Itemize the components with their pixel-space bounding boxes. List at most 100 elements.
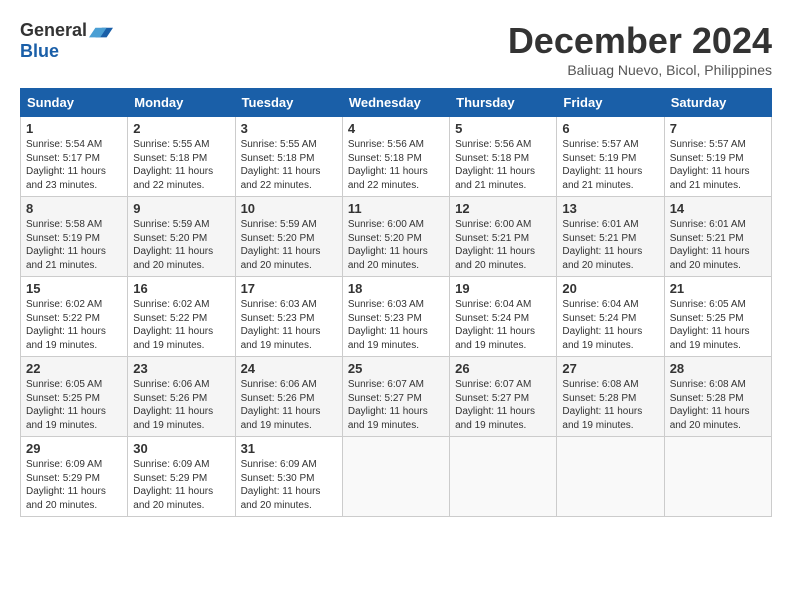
logo-blue: Blue xyxy=(20,41,59,61)
calendar-cell: 25 Sunrise: 6:07 AM Sunset: 5:27 PM Dayli… xyxy=(342,357,449,437)
day-info: Sunrise: 6:09 AM Sunset: 5:29 PM Dayligh… xyxy=(26,458,122,512)
day-number: 12 xyxy=(455,201,551,216)
calendar-table: SundayMondayTuesdayWednesdayThursdayFrid… xyxy=(20,88,772,517)
location: Baliuag Nuevo, Bicol, Philippines xyxy=(508,62,772,78)
calendar-cell: 1Sunrise: 5:54 AM Sunset: 5:17 PM Daylig… xyxy=(21,117,128,197)
logo-icon xyxy=(89,21,113,41)
day-number: 24 xyxy=(241,361,337,376)
calendar-cell: 6Sunrise: 5:57 AM Sunset: 5:19 PM Daylig… xyxy=(557,117,664,197)
day-info: Sunrise: 6:02 AM Sunset: 5:22 PM Dayligh… xyxy=(26,298,122,352)
calendar-week-1: 1Sunrise: 5:54 AM Sunset: 5:17 PM Daylig… xyxy=(21,117,772,197)
calendar-cell: 4Sunrise: 5:56 AM Sunset: 5:18 PM Daylig… xyxy=(342,117,449,197)
calendar-cell: 2 Sunrise: 5:55 AM Sunset: 5:18 PM Daylig… xyxy=(128,117,235,197)
day-number: 16 xyxy=(133,281,229,296)
day-info: Sunrise: 6:08 AM Sunset: 5:28 PM Dayligh… xyxy=(670,378,766,432)
day-number: 11 xyxy=(348,201,444,216)
calendar-header-row: SundayMondayTuesdayWednesdayThursdayFrid… xyxy=(21,89,772,117)
day-info: Sunrise: 5:55 AM Sunset: 5:18 PM Dayligh… xyxy=(241,138,337,192)
calendar-cell: 3 Sunrise: 5:55 AM Sunset: 5:18 PM Daylig… xyxy=(235,117,342,197)
header-monday: Monday xyxy=(128,89,235,117)
header-thursday: Thursday xyxy=(450,89,557,117)
day-number: 23 xyxy=(133,361,229,376)
day-number: 7 xyxy=(670,121,766,136)
day-number: 10 xyxy=(241,201,337,216)
day-info: Sunrise: 6:01 AM Sunset: 5:21 PM Dayligh… xyxy=(562,218,658,272)
day-number: 25 xyxy=(348,361,444,376)
day-info: Sunrise: 6:06 AM Sunset: 5:26 PM Dayligh… xyxy=(133,378,229,432)
day-number: 26 xyxy=(455,361,551,376)
calendar-cell: 21 Sunrise: 6:05 AM Sunset: 5:25 PM Dayli… xyxy=(664,277,771,357)
calendar-cell: 31Sunrise: 6:09 AM Sunset: 5:30 PM Dayli… xyxy=(235,437,342,517)
day-number: 1 xyxy=(26,121,122,136)
day-info: Sunrise: 6:00 AM Sunset: 5:21 PM Dayligh… xyxy=(455,218,551,272)
day-number: 3 xyxy=(241,121,337,136)
day-number: 21 xyxy=(670,281,766,296)
day-number: 5 xyxy=(455,121,551,136)
calendar-cell xyxy=(450,437,557,517)
calendar-cell: 16 Sunrise: 6:02 AM Sunset: 5:22 PM Dayli… xyxy=(128,277,235,357)
day-info: Sunrise: 6:09 AM Sunset: 5:29 PM Dayligh… xyxy=(133,458,229,512)
header-sunday: Sunday xyxy=(21,89,128,117)
calendar-cell: 15 Sunrise: 6:02 AM Sunset: 5:22 PM Dayli… xyxy=(21,277,128,357)
header-wednesday: Wednesday xyxy=(342,89,449,117)
day-number: 27 xyxy=(562,361,658,376)
day-info: Sunrise: 6:03 AM Sunset: 5:23 PM Dayligh… xyxy=(241,298,337,352)
day-number: 2 xyxy=(133,121,229,136)
calendar-week-2: 8Sunrise: 5:58 AM Sunset: 5:19 PM Daylig… xyxy=(21,197,772,277)
calendar-cell: 27 Sunrise: 6:08 AM Sunset: 5:28 PM Dayli… xyxy=(557,357,664,437)
calendar-cell xyxy=(557,437,664,517)
calendar-cell xyxy=(342,437,449,517)
day-number: 19 xyxy=(455,281,551,296)
calendar-cell: 26 Sunrise: 6:07 AM Sunset: 5:27 PM Dayli… xyxy=(450,357,557,437)
day-info: Sunrise: 5:55 AM Sunset: 5:18 PM Dayligh… xyxy=(133,138,229,192)
day-number: 30 xyxy=(133,441,229,456)
calendar-cell: 5 Sunrise: 5:56 AM Sunset: 5:18 PM Daylig… xyxy=(450,117,557,197)
calendar-cell: 7Sunrise: 5:57 AM Sunset: 5:19 PM Daylig… xyxy=(664,117,771,197)
day-number: 17 xyxy=(241,281,337,296)
title-block: December 2024 Baliuag Nuevo, Bicol, Phil… xyxy=(508,20,772,78)
calendar-cell: 29 Sunrise: 6:09 AM Sunset: 5:29 PM Dayli… xyxy=(21,437,128,517)
day-info: Sunrise: 5:59 AM Sunset: 5:20 PM Dayligh… xyxy=(133,218,229,272)
day-info: Sunrise: 6:01 AM Sunset: 5:21 PM Dayligh… xyxy=(670,218,766,272)
day-info: Sunrise: 6:09 AM Sunset: 5:30 PM Dayligh… xyxy=(241,458,337,512)
header-friday: Friday xyxy=(557,89,664,117)
day-number: 13 xyxy=(562,201,658,216)
header-saturday: Saturday xyxy=(664,89,771,117)
calendar-cell: 30 Sunrise: 6:09 AM Sunset: 5:29 PM Dayli… xyxy=(128,437,235,517)
calendar-cell: 10 Sunrise: 5:59 AM Sunset: 5:20 PM Dayli… xyxy=(235,197,342,277)
day-info: Sunrise: 6:08 AM Sunset: 5:28 PM Dayligh… xyxy=(562,378,658,432)
day-number: 15 xyxy=(26,281,122,296)
calendar-cell: 11 Sunrise: 6:00 AM Sunset: 5:20 PM Dayli… xyxy=(342,197,449,277)
calendar-cell: 9Sunrise: 5:59 AM Sunset: 5:20 PM Daylig… xyxy=(128,197,235,277)
day-number: 4 xyxy=(348,121,444,136)
day-info: Sunrise: 6:05 AM Sunset: 5:25 PM Dayligh… xyxy=(670,298,766,352)
logo-general: General xyxy=(20,20,87,41)
day-number: 29 xyxy=(26,441,122,456)
day-info: Sunrise: 6:02 AM Sunset: 5:22 PM Dayligh… xyxy=(133,298,229,352)
day-info: Sunrise: 5:56 AM Sunset: 5:18 PM Dayligh… xyxy=(455,138,551,192)
calendar-week-5: 29 Sunrise: 6:09 AM Sunset: 5:29 PM Dayli… xyxy=(21,437,772,517)
month-title: December 2024 xyxy=(508,20,772,62)
calendar-cell: 17 Sunrise: 6:03 AM Sunset: 5:23 PM Dayli… xyxy=(235,277,342,357)
calendar-cell: 12 Sunrise: 6:00 AM Sunset: 5:21 PM Dayli… xyxy=(450,197,557,277)
day-number: 20 xyxy=(562,281,658,296)
calendar-cell: 8Sunrise: 5:58 AM Sunset: 5:19 PM Daylig… xyxy=(21,197,128,277)
calendar-cell: 28Sunrise: 6:08 AM Sunset: 5:28 PM Dayli… xyxy=(664,357,771,437)
day-info: Sunrise: 6:07 AM Sunset: 5:27 PM Dayligh… xyxy=(455,378,551,432)
day-number: 18 xyxy=(348,281,444,296)
page-header: General Blue December 2024 Baliuag Nuevo… xyxy=(20,20,772,78)
calendar-cell: 18 Sunrise: 6:03 AM Sunset: 5:23 PM Dayli… xyxy=(342,277,449,357)
day-info: Sunrise: 6:07 AM Sunset: 5:27 PM Dayligh… xyxy=(348,378,444,432)
day-info: Sunrise: 6:03 AM Sunset: 5:23 PM Dayligh… xyxy=(348,298,444,352)
day-info: Sunrise: 6:00 AM Sunset: 5:20 PM Dayligh… xyxy=(348,218,444,272)
calendar-cell: 23 Sunrise: 6:06 AM Sunset: 5:26 PM Dayli… xyxy=(128,357,235,437)
day-info: Sunrise: 6:06 AM Sunset: 5:26 PM Dayligh… xyxy=(241,378,337,432)
day-info: Sunrise: 6:04 AM Sunset: 5:24 PM Dayligh… xyxy=(455,298,551,352)
calendar-week-3: 15 Sunrise: 6:02 AM Sunset: 5:22 PM Dayli… xyxy=(21,277,772,357)
calendar-cell: 20Sunrise: 6:04 AM Sunset: 5:24 PM Dayli… xyxy=(557,277,664,357)
day-number: 8 xyxy=(26,201,122,216)
day-info: Sunrise: 6:05 AM Sunset: 5:25 PM Dayligh… xyxy=(26,378,122,432)
day-number: 6 xyxy=(562,121,658,136)
day-info: Sunrise: 5:59 AM Sunset: 5:20 PM Dayligh… xyxy=(241,218,337,272)
calendar-cell: 24 Sunrise: 6:06 AM Sunset: 5:26 PM Dayli… xyxy=(235,357,342,437)
